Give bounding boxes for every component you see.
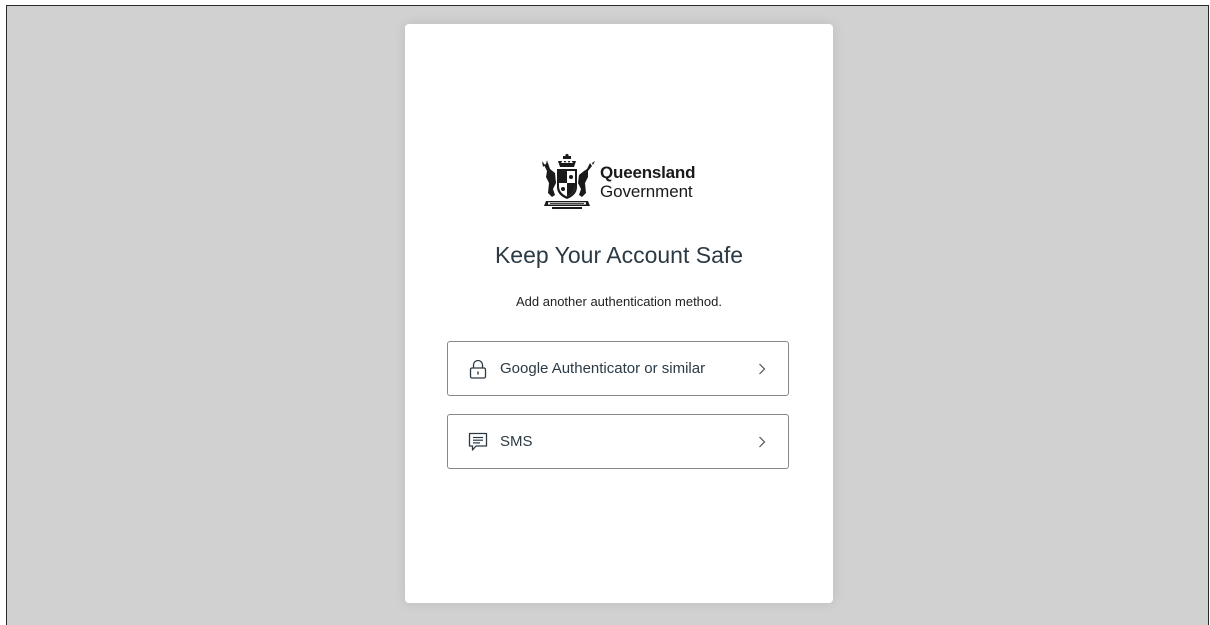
page-title: Keep Your Account Safe <box>494 242 744 268</box>
page-subtitle: Add another authentication method. <box>516 294 722 309</box>
logo-line-queensland: Queensland <box>600 163 696 182</box>
option-label: SMS <box>500 433 533 450</box>
queensland-government-logo: Queensland Government <box>538 153 696 211</box>
logo-line-government: Government <box>600 182 693 201</box>
sms-option[interactable]: SMS <box>447 414 789 469</box>
chevron-right-icon <box>756 434 768 450</box>
page-background: Queensland Government Keep Your Account … <box>6 5 1209 625</box>
google-authenticator-option[interactable]: Google Authenticator or similar <box>447 341 789 396</box>
auth-card: Queensland Government Keep Your Account … <box>405 24 833 603</box>
message-icon <box>468 432 488 452</box>
chevron-right-icon <box>756 361 768 377</box>
coat-of-arms-icon <box>542 153 595 209</box>
option-label: Google Authenticator or similar <box>500 360 706 377</box>
lock-icon <box>468 359 488 379</box>
logo-wordmark: Queensland Government <box>600 163 696 201</box>
